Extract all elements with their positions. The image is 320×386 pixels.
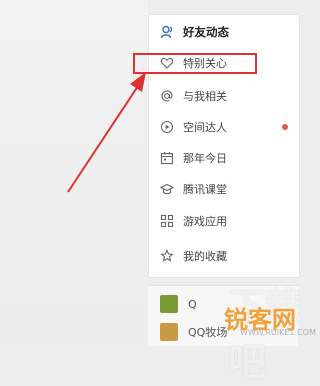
watermark-url: WWW.RUIKE1.COM [240, 328, 316, 337]
